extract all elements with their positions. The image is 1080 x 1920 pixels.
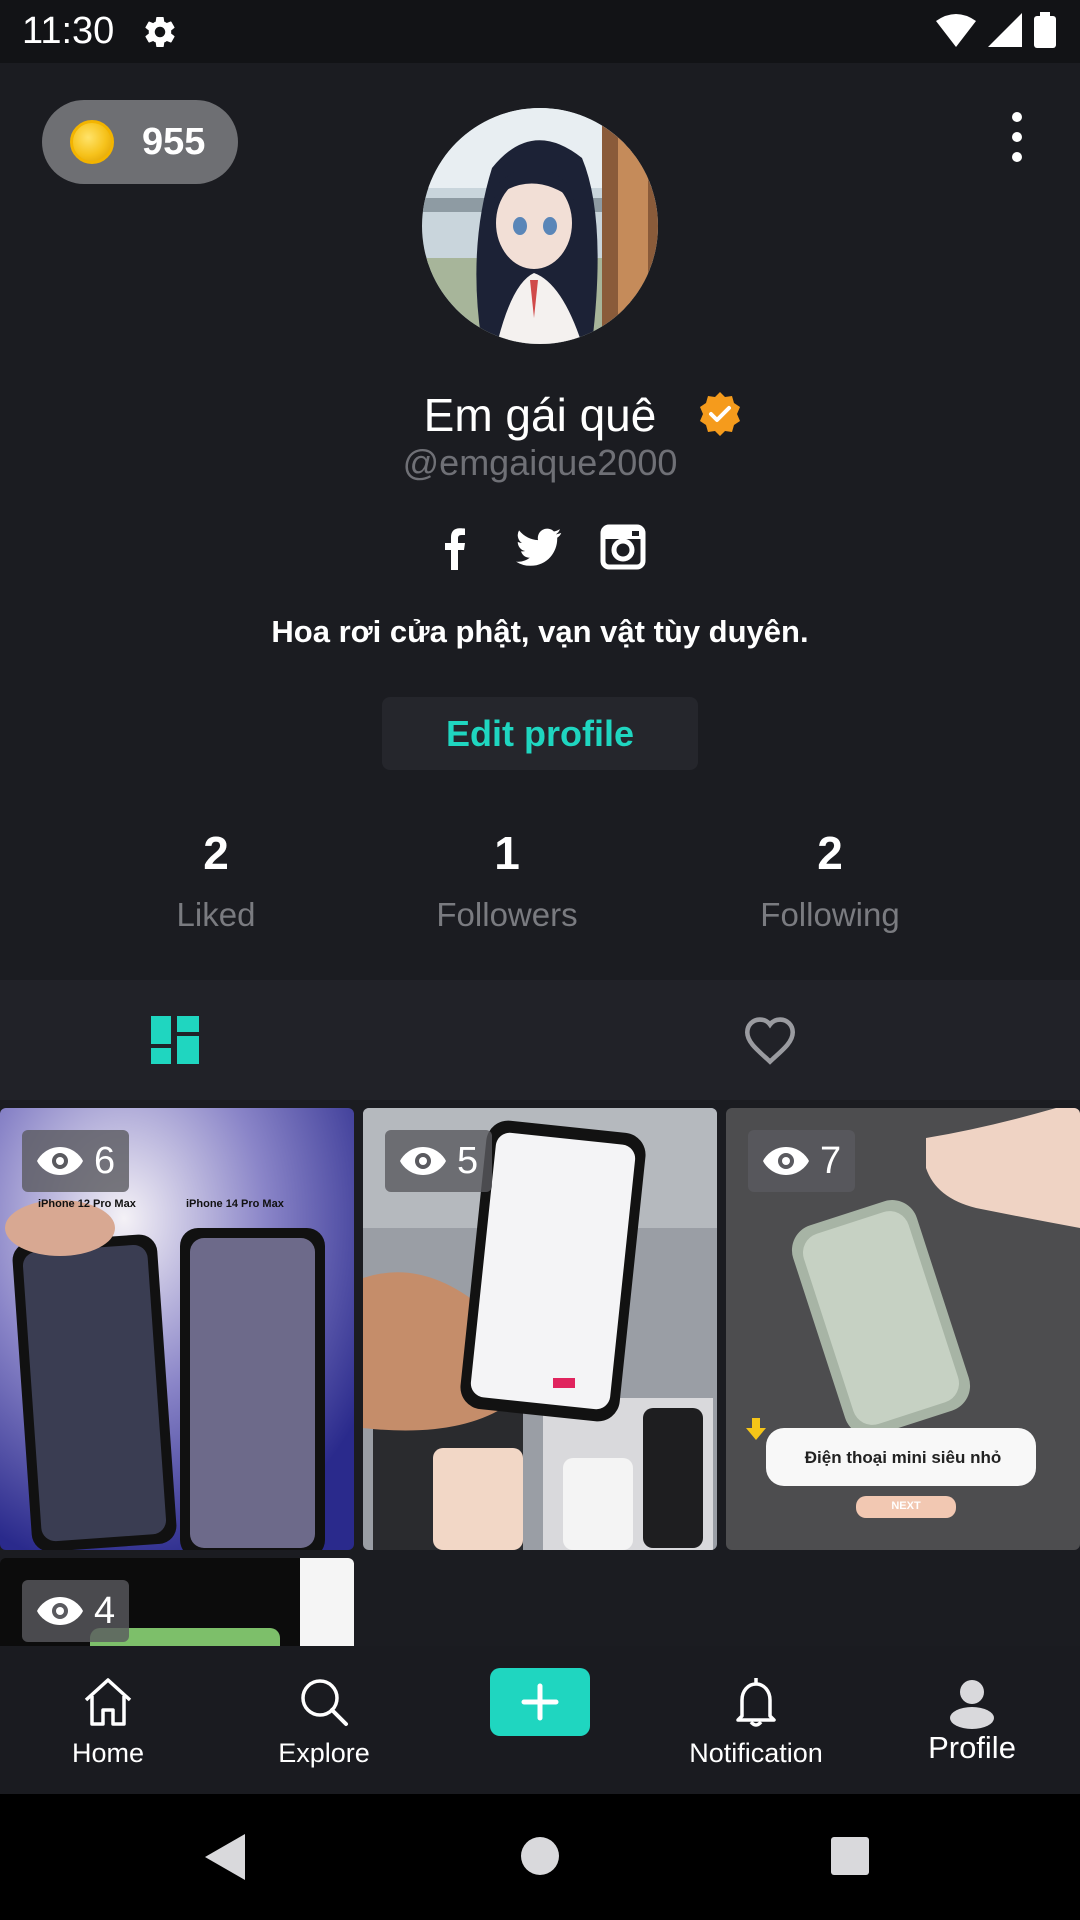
- stat-liked[interactable]: 2 Liked: [86, 826, 346, 934]
- nav-notification[interactable]: Notification: [648, 1646, 864, 1794]
- grid-icon: [151, 1016, 199, 1064]
- stat-following[interactable]: 2 Following: [700, 826, 960, 934]
- bell-icon: [736, 1678, 776, 1727]
- recents-square-icon[interactable]: [830, 1836, 870, 1876]
- twitter-icon[interactable]: [516, 524, 562, 570]
- nav-label: Home: [71, 1738, 145, 1768]
- profile-handle: @emgaique2000: [402, 442, 678, 483]
- nav-home[interactable]: Home: [0, 1646, 216, 1794]
- nav-label: Explore: [278, 1738, 370, 1768]
- nav-explore[interactable]: Explore: [216, 1646, 432, 1794]
- coin-icon: [70, 120, 114, 164]
- thumbnail-caption: iPhone 12 Pro Max: [38, 1198, 136, 1210]
- view-count: 6: [94, 1139, 116, 1182]
- thumbnail-caption: iPhone 14 Pro Max: [186, 1198, 284, 1210]
- video-grid: iPhone 12 Pro Max iPhone 14 Pro Max 6 5: [0, 1108, 1080, 1646]
- plus-icon: [521, 1683, 559, 1721]
- wifi-icon: [936, 14, 976, 47]
- eye-icon: [400, 1147, 446, 1175]
- facebook-icon[interactable]: [432, 524, 478, 570]
- tab-videos[interactable]: [0, 980, 540, 1100]
- eye-icon: [37, 1597, 83, 1625]
- view-count-badge: 7: [748, 1130, 856, 1192]
- status-icons: [936, 12, 1056, 48]
- nav-profile[interactable]: Profile: [864, 1646, 1080, 1794]
- more-options-icon[interactable]: [1000, 112, 1034, 162]
- instagram-icon[interactable]: [600, 524, 646, 570]
- person-icon: [950, 1680, 994, 1729]
- view-count-badge: 5: [385, 1130, 493, 1192]
- view-count-badge: 6: [22, 1130, 130, 1192]
- stat-followers[interactable]: 1 Followers: [377, 826, 637, 934]
- video-thumbnail[interactable]: 4: [0, 1558, 354, 1646]
- view-count: 7: [820, 1139, 842, 1182]
- content-tabs: [0, 980, 1080, 1100]
- nav-label: Profile: [928, 1730, 1016, 1765]
- stat-label: Followers: [436, 896, 578, 933]
- view-count-badge: 4: [22, 1580, 130, 1642]
- settings-gear-icon: [145, 17, 175, 48]
- video-thumbnail[interactable]: iPhone 12 Pro Max iPhone 14 Pro Max 6: [0, 1108, 354, 1550]
- stat-value: 2: [203, 827, 229, 879]
- coin-balance[interactable]: 955: [42, 100, 238, 184]
- tab-liked[interactable]: [540, 980, 1080, 1100]
- stat-value: 2: [817, 827, 843, 879]
- status-bar: 11:30: [0, 0, 1080, 63]
- video-thumbnail[interactable]: Điện thoại mini siêu nhỏ NEXT 7: [726, 1108, 1080, 1550]
- thumbnail-caption: NEXT: [891, 1500, 921, 1512]
- home-icon: [84, 1678, 132, 1726]
- avatar[interactable]: [422, 108, 658, 344]
- stat-label: Following: [760, 896, 900, 933]
- edit-profile-button[interactable]: Edit profile: [382, 697, 698, 770]
- profile-name: Em gái quê: [423, 389, 657, 441]
- view-count: 4: [94, 1589, 116, 1632]
- profile-bio: Hoa rơi cửa phật, vạn vật tùy duyên.: [271, 614, 809, 649]
- nav-label: Notification: [689, 1738, 823, 1768]
- system-navigation-bar: [0, 1794, 1080, 1920]
- coin-count: 955: [142, 120, 206, 163]
- social-links: [0, 524, 1080, 574]
- status-time: 11:30: [22, 10, 115, 52]
- thumbnail-caption: Điện thoại mini siêu nhỏ: [804, 1448, 1002, 1467]
- stat-label: Liked: [176, 896, 256, 933]
- eye-icon: [37, 1147, 83, 1175]
- search-icon: [301, 1679, 348, 1726]
- view-count: 5: [457, 1139, 479, 1182]
- home-circle-icon[interactable]: [520, 1836, 560, 1876]
- create-video-button[interactable]: [490, 1668, 590, 1736]
- verified-badge-icon: [700, 392, 740, 436]
- stat-value: 1: [494, 827, 520, 879]
- signal-icon: [988, 13, 1022, 47]
- heart-icon: [744, 1017, 796, 1065]
- back-icon[interactable]: [205, 1834, 245, 1880]
- battery-icon: [1034, 12, 1056, 48]
- eye-icon: [763, 1147, 809, 1175]
- video-thumbnail[interactable]: 5: [363, 1108, 717, 1550]
